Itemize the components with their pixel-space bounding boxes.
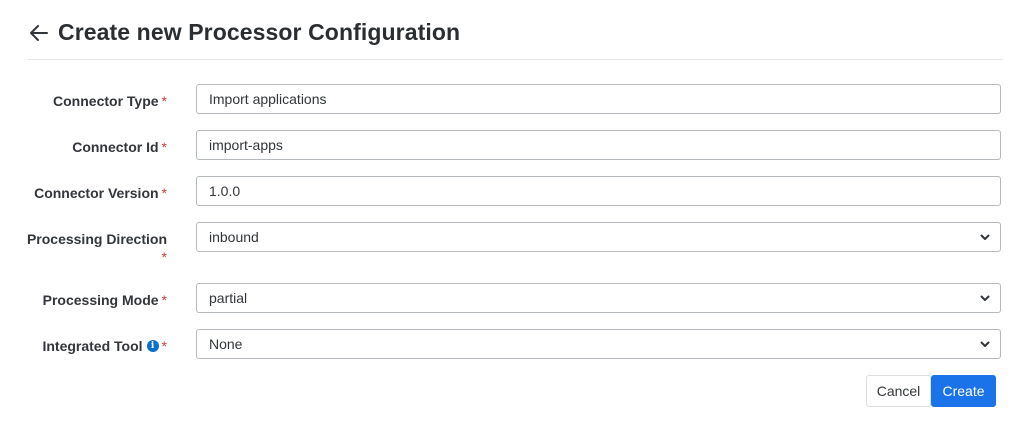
page-title: Create new Processor Configuration xyxy=(58,19,461,45)
page-header: Create new Processor Configuration xyxy=(28,14,1003,60)
processing-mode-select[interactable]: partial xyxy=(196,283,1001,313)
connector-id-label: Connector Id * xyxy=(72,139,167,155)
connector-id-value: import-apps xyxy=(209,137,283,153)
integrated-tool-label: Integrated Tool i * xyxy=(42,338,167,354)
processing-mode-label: Processing Mode * xyxy=(42,292,167,308)
processing-direction-label: Processing Direction * xyxy=(26,231,167,265)
connector-id-input[interactable]: import-apps xyxy=(196,130,1001,160)
connector-type-label: Connector Type * xyxy=(53,93,167,109)
info-icon[interactable]: i xyxy=(146,339,159,352)
integrated-tool-select[interactable]: None xyxy=(196,329,1001,359)
create-processor-config-page: Create new Processor Configuration Conne… xyxy=(0,0,1033,430)
required-mark: * xyxy=(161,249,167,265)
connector-type-input[interactable]: Import applications xyxy=(196,84,1001,114)
arrow-left-icon xyxy=(30,24,48,41)
back-button[interactable] xyxy=(28,22,50,44)
connector-version-label: Connector Version * xyxy=(34,185,167,201)
required-mark: * xyxy=(161,139,167,155)
processing-mode-value: partial xyxy=(209,290,248,306)
processing-direction-value: inbound xyxy=(209,229,259,245)
required-mark: * xyxy=(161,292,167,308)
required-mark: * xyxy=(161,185,167,201)
connector-version-input[interactable]: 1.0.0 xyxy=(196,176,1001,206)
required-mark: * xyxy=(161,93,167,109)
chevron-down-icon xyxy=(980,295,990,301)
required-mark: * xyxy=(161,338,167,354)
processing-direction-select[interactable]: inbound xyxy=(196,222,1001,252)
chevron-down-icon xyxy=(980,341,990,347)
cancel-button[interactable]: Cancel xyxy=(866,375,931,407)
integrated-tool-value: None xyxy=(209,336,243,352)
chevron-down-icon xyxy=(980,234,990,240)
create-button[interactable]: Create xyxy=(931,375,996,407)
connector-version-value: 1.0.0 xyxy=(209,183,241,199)
connector-type-value: Import applications xyxy=(209,91,327,107)
